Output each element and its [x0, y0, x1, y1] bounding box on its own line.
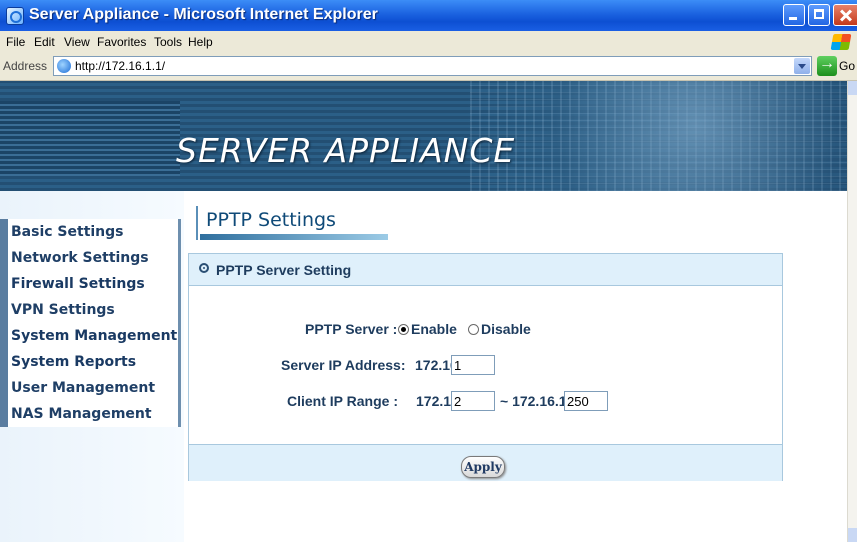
server-ip-label: Server IP Address: — [281, 357, 406, 373]
banner-stripes — [0, 101, 180, 176]
address-dropdown-icon[interactable] — [794, 58, 810, 74]
scroll-down-icon[interactable] — [848, 528, 857, 542]
enable-label[interactable]: Enable — [411, 321, 457, 337]
address-bar: Address http://172.16.1.1/ Go — [0, 53, 857, 81]
vertical-scrollbar[interactable] — [847, 81, 857, 542]
pptp-settings-panel: PPTP Server Setting PPTP Server : Enable… — [188, 253, 783, 481]
ie-icon — [6, 7, 24, 25]
brand-title: SERVER APPLIANCE — [176, 131, 516, 170]
sidebar-item-firewall-settings[interactable]: Firewall Settings — [0, 271, 178, 297]
client-ip-range-label: Client IP Range : — [287, 393, 398, 409]
server-ip-input[interactable] — [451, 355, 495, 375]
menu-favorites[interactable]: Favorites — [97, 35, 146, 49]
menu-view[interactable]: View — [64, 35, 90, 49]
close-button[interactable] — [833, 4, 857, 26]
menu-file[interactable]: File — [6, 35, 25, 49]
sidebar-item-user-management[interactable]: User Management — [0, 375, 178, 401]
title-underline — [200, 234, 388, 240]
menu-edit[interactable]: Edit — [34, 35, 55, 49]
sidebar-nav: Basic Settings Network Settings Firewall… — [0, 219, 181, 427]
sidebar: Basic Settings Network Settings Firewall… — [0, 191, 184, 542]
maximize-button[interactable] — [808, 4, 830, 26]
client-range-end-input[interactable] — [564, 391, 608, 411]
page-icon — [57, 59, 71, 73]
go-arrow-icon[interactable] — [817, 55, 837, 76]
window-title-bar: Server Appliance - Microsoft Internet Ex… — [0, 0, 857, 31]
window-title: Server Appliance - Microsoft Internet Ex… — [29, 6, 378, 23]
page-content: SERVER APPLIANCE Basic Settings Network … — [0, 81, 847, 542]
section-bullet-icon — [199, 263, 209, 273]
address-field[interactable]: http://172.16.1.1/ — [53, 56, 812, 76]
panel-header-title: PPTP Server Setting — [216, 262, 352, 278]
menu-bar: File Edit View Favorites Tools Help — [0, 31, 857, 54]
scroll-up-icon[interactable] — [848, 81, 857, 95]
windows-logo-icon — [830, 34, 852, 50]
menu-help[interactable]: Help — [188, 35, 213, 49]
sidebar-item-nas-management[interactable]: NAS Management — [0, 401, 178, 427]
panel-header: PPTP Server Setting — [189, 254, 782, 286]
address-label: Address — [3, 59, 48, 73]
minimize-button[interactable] — [783, 4, 805, 26]
sidebar-item-vpn-settings[interactable]: VPN Settings — [0, 297, 178, 323]
address-url[interactable]: http://172.16.1.1/ — [75, 59, 165, 73]
apply-button[interactable]: Apply — [461, 456, 505, 478]
sidebar-item-system-reports[interactable]: System Reports — [0, 349, 178, 375]
go-button[interactable]: Go — [839, 59, 855, 73]
pptp-server-label: PPTP Server : — [305, 321, 398, 337]
circuit-board-image — [470, 81, 847, 191]
client-range-separator: ~ 172.16.1. — [500, 393, 571, 409]
sidebar-item-basic-settings[interactable]: Basic Settings — [0, 219, 178, 245]
disable-label[interactable]: Disable — [481, 321, 531, 337]
sidebar-item-system-management[interactable]: System Management — [0, 323, 178, 349]
header-banner: SERVER APPLIANCE — [0, 81, 847, 191]
disable-radio[interactable] — [468, 324, 479, 335]
menu-tools[interactable]: Tools — [154, 35, 182, 49]
sidebar-item-network-settings[interactable]: Network Settings — [0, 245, 178, 271]
client-range-start-input[interactable] — [451, 391, 495, 411]
enable-radio[interactable] — [398, 324, 409, 335]
